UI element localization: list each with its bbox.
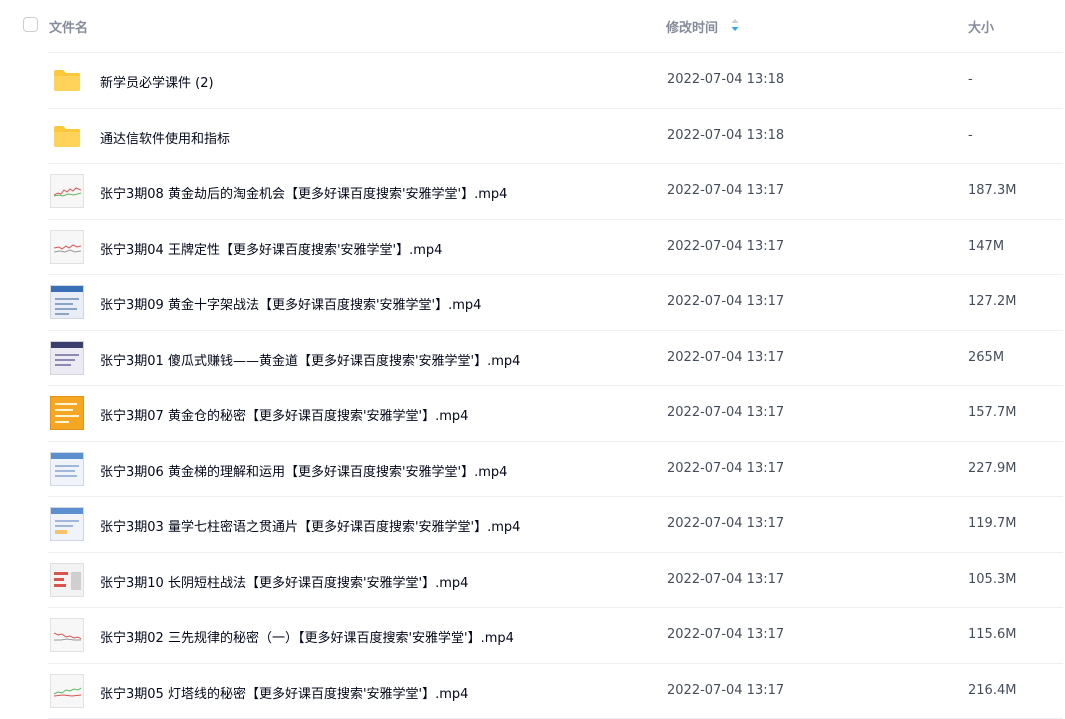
video-thumbnail-icon — [50, 396, 84, 430]
file-name[interactable]: 张宁3期09 黄金十字架战法【更多好课百度搜索'安雅学堂'】.mp4 — [100, 294, 481, 313]
file-list: 文件名 修改时间 大小 新学员必学课件 (2) 2022-07-04 13:18… — [0, 0, 1065, 719]
file-modified-time: 2022-07-04 13:17 — [667, 627, 784, 642]
file-row[interactable]: 张宁3期08 黄金劫后的淘金机会【更多好课百度搜索'安雅学堂'】.mp4 202… — [48, 164, 1063, 220]
video-thumbnail-icon — [50, 452, 84, 486]
file-size: 216.4M — [968, 683, 1016, 698]
file-name[interactable]: 张宁3期02 三先规律的秘密（一）【更多好课百度搜索'安雅学堂'】.mp4 — [100, 627, 514, 646]
file-size: 119.7M — [968, 516, 1016, 531]
file-size: 265M — [968, 350, 1004, 365]
file-name[interactable]: 张宁3期05 灯塔线的秘密【更多好课百度搜索'安雅学堂'】.mp4 — [100, 683, 468, 702]
file-modified-time: 2022-07-04 13:17 — [667, 683, 784, 698]
file-size: 127.2M — [968, 294, 1016, 309]
file-modified-time: 2022-07-04 13:18 — [667, 72, 784, 87]
file-row[interactable]: 新学员必学课件 (2) 2022-07-04 13:18 - — [48, 53, 1063, 109]
file-row[interactable]: 张宁3期10 长阴短柱战法【更多好课百度搜索'安雅学堂'】.mp4 2022-0… — [48, 553, 1063, 609]
file-row[interactable]: 通达信软件使用和指标 2022-07-04 13:18 - — [48, 109, 1063, 165]
file-modified-time: 2022-07-04 13:17 — [667, 239, 784, 254]
video-thumbnail-icon — [50, 341, 84, 375]
file-row[interactable]: 张宁3期09 黄金十字架战法【更多好课百度搜索'安雅学堂'】.mp4 2022-… — [48, 275, 1063, 331]
folder-icon — [50, 63, 84, 97]
file-modified-time: 2022-07-04 13:17 — [667, 405, 784, 420]
file-size: 187.3M — [968, 183, 1016, 198]
file-name[interactable]: 张宁3期07 黄金仓的秘密【更多好课百度搜索'安雅学堂'】.mp4 — [100, 405, 468, 424]
file-row[interactable]: 张宁3期01 傻瓜式赚钱——黄金道【更多好课百度搜索'安雅学堂'】.mp4 20… — [48, 331, 1063, 387]
file-name[interactable]: 通达信软件使用和指标 — [100, 128, 230, 147]
file-modified-time: 2022-07-04 13:17 — [667, 572, 784, 587]
file-size: 115.6M — [968, 627, 1016, 642]
file-modified-time: 2022-07-04 13:17 — [667, 461, 784, 476]
file-name[interactable]: 张宁3期04 王牌定性【更多好课百度搜索'安雅学堂'】.mp4 — [100, 239, 442, 258]
column-header-modified-time[interactable]: 修改时间 — [666, 17, 718, 36]
video-thumbnail-icon — [50, 174, 84, 208]
video-thumbnail-icon — [50, 563, 84, 597]
file-modified-time: 2022-07-04 13:17 — [667, 516, 784, 531]
column-header-name[interactable]: 文件名 — [49, 17, 88, 36]
file-size: 227.9M — [968, 461, 1016, 476]
file-name[interactable]: 张宁3期01 傻瓜式赚钱——黄金道【更多好课百度搜索'安雅学堂'】.mp4 — [100, 350, 520, 369]
file-name[interactable]: 张宁3期08 黄金劫后的淘金机会【更多好课百度搜索'安雅学堂'】.mp4 — [100, 183, 507, 202]
file-modified-time: 2022-07-04 13:18 — [667, 128, 784, 143]
file-row[interactable]: 张宁3期05 灯塔线的秘密【更多好课百度搜索'安雅学堂'】.mp4 2022-0… — [48, 664, 1063, 719]
file-row[interactable]: 张宁3期02 三先规律的秘密（一）【更多好课百度搜索'安雅学堂'】.mp4 20… — [48, 608, 1063, 664]
file-modified-time: 2022-07-04 13:17 — [667, 183, 784, 198]
column-header-size[interactable]: 大小 — [968, 17, 994, 36]
file-row[interactable]: 张宁3期06 黄金梯的理解和运用【更多好课百度搜索'安雅学堂'】.mp4 202… — [48, 442, 1063, 498]
file-name[interactable]: 新学员必学课件 (2) — [100, 72, 214, 91]
file-name[interactable]: 张宁3期06 黄金梯的理解和运用【更多好课百度搜索'安雅学堂'】.mp4 — [100, 461, 507, 480]
file-row[interactable]: 张宁3期04 王牌定性【更多好课百度搜索'安雅学堂'】.mp4 2022-07-… — [48, 220, 1063, 276]
video-thumbnail-icon — [50, 674, 84, 708]
file-size: - — [968, 128, 973, 143]
file-size: 105.3M — [968, 572, 1016, 587]
folder-icon — [50, 119, 84, 153]
video-thumbnail-icon — [50, 230, 84, 264]
file-list-header: 文件名 修改时间 大小 — [48, 0, 1063, 53]
file-name[interactable]: 张宁3期03 量学七柱密语之贯通片【更多好课百度搜索'安雅学堂'】.mp4 — [100, 516, 520, 535]
file-row[interactable]: 张宁3期03 量学七柱密语之贯通片【更多好课百度搜索'安雅学堂'】.mp4 20… — [48, 497, 1063, 553]
sort-indicator-icon[interactable] — [730, 17, 740, 33]
file-name[interactable]: 张宁3期10 长阴短柱战法【更多好课百度搜索'安雅学堂'】.mp4 — [100, 572, 468, 591]
video-thumbnail-icon — [50, 507, 84, 541]
select-all-checkbox[interactable] — [23, 17, 38, 32]
file-modified-time: 2022-07-04 13:17 — [667, 350, 784, 365]
video-thumbnail-icon — [50, 618, 84, 652]
file-size: 157.7M — [968, 405, 1016, 420]
video-thumbnail-icon — [50, 285, 84, 319]
file-modified-time: 2022-07-04 13:17 — [667, 294, 784, 309]
file-size: 147M — [968, 239, 1004, 254]
file-size: - — [968, 72, 973, 87]
file-row[interactable]: 张宁3期07 黄金仓的秘密【更多好课百度搜索'安雅学堂'】.mp4 2022-0… — [48, 386, 1063, 442]
